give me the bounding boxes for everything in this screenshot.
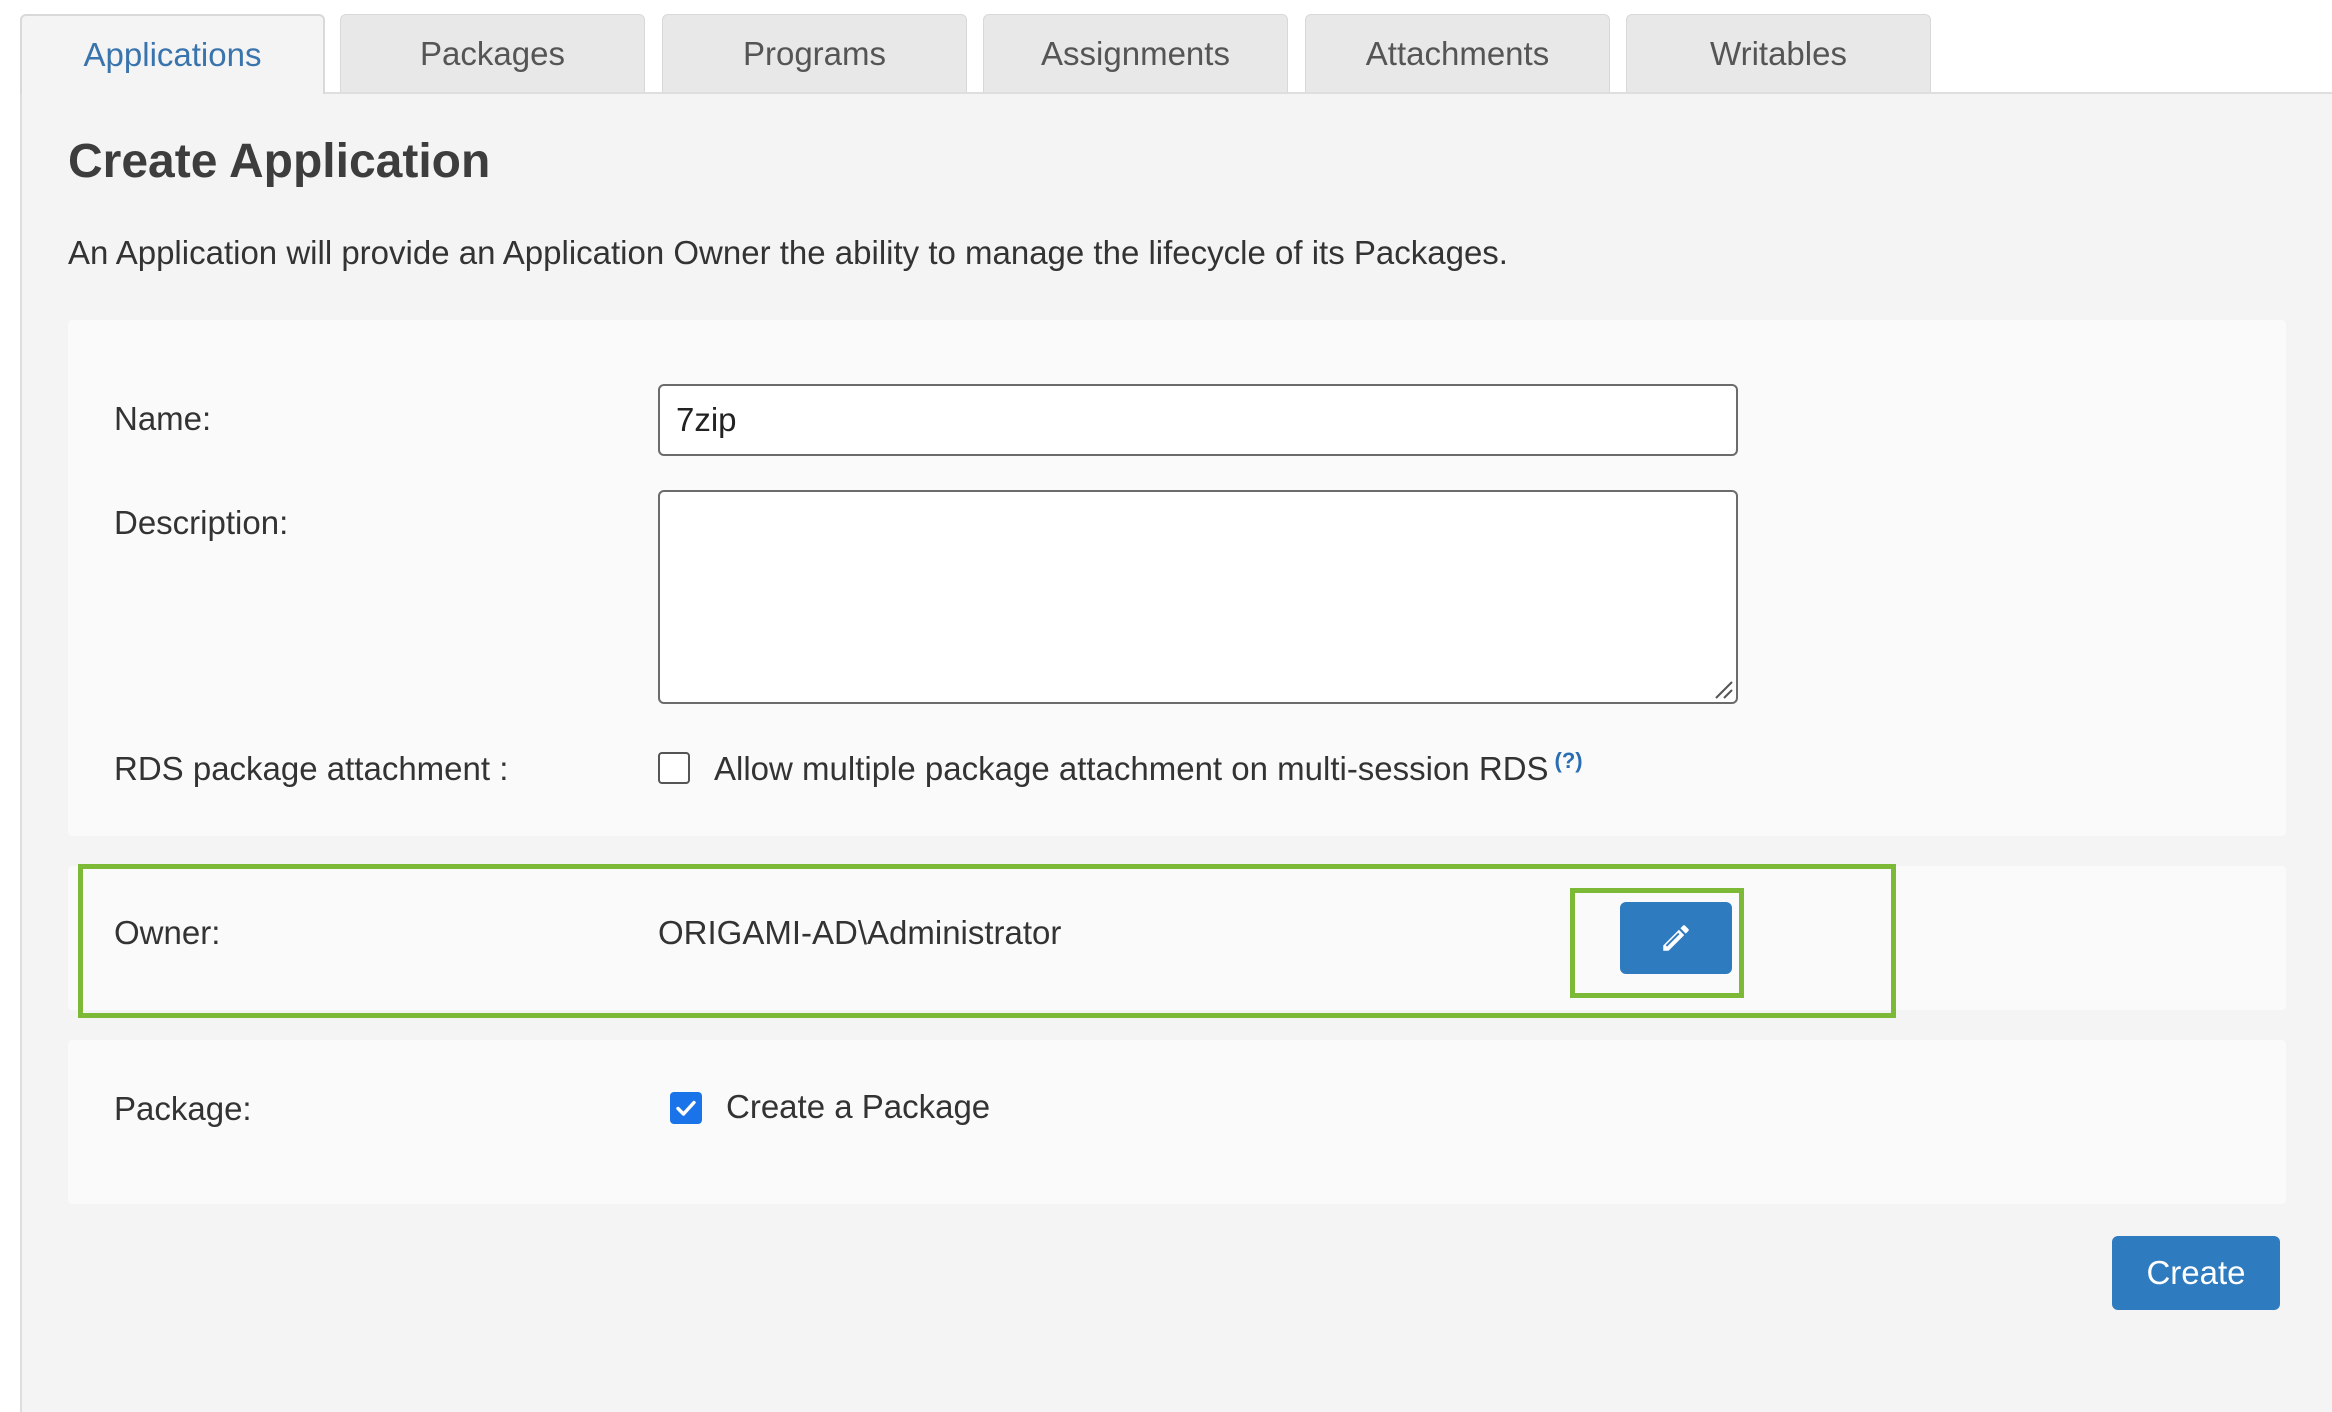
rds-label: RDS package attachment : xyxy=(114,750,509,787)
page-description: An Application will provide an Applicati… xyxy=(68,234,1508,271)
tab-attachments[interactable]: Attachments xyxy=(1305,14,1610,92)
main-panel: Create Application An Application will p… xyxy=(20,92,2332,1412)
rds-help-link[interactable]: (?) xyxy=(1555,748,1583,773)
tab-bar: Applications Packages Programs Assignmen… xyxy=(20,14,2332,94)
create-package-checkbox[interactable] xyxy=(670,1092,702,1124)
page-title: Create Application xyxy=(68,135,491,188)
general-section: Name: Description: RDS package attachmen… xyxy=(68,320,2286,836)
owner-value: ORIGAMI-AD\Administrator xyxy=(658,914,1062,951)
rds-checkbox-label: Allow multiple package attachment on mul… xyxy=(714,750,1549,787)
package-section: Package: Create a Package xyxy=(68,1040,2286,1204)
tab-programs[interactable]: Programs xyxy=(662,14,967,92)
create-package-label: Create a Package xyxy=(726,1088,991,1125)
package-label: Package: xyxy=(114,1090,252,1127)
owner-section: Owner: ORIGAMI-AD\Administrator xyxy=(68,866,2286,1010)
owner-label: Owner: xyxy=(114,914,221,951)
tab-packages[interactable]: Packages xyxy=(340,14,645,92)
pencil-icon xyxy=(1663,925,1689,951)
tab-applications[interactable]: Applications xyxy=(20,14,325,94)
checkmark-icon xyxy=(676,1100,696,1116)
rds-checkbox-text: Allow multiple package attachment on mul… xyxy=(714,748,1583,788)
name-label: Name: xyxy=(114,400,212,437)
tab-writables[interactable]: Writables xyxy=(1626,14,1931,92)
description-textarea[interactable] xyxy=(658,490,1738,704)
create-button[interactable]: Create xyxy=(2112,1236,2280,1310)
resize-grip-icon[interactable] xyxy=(1712,678,1734,700)
name-input[interactable] xyxy=(658,384,1738,456)
description-label: Description: xyxy=(114,504,289,541)
tab-assignments[interactable]: Assignments xyxy=(983,14,1288,92)
edit-owner-button[interactable] xyxy=(1620,902,1732,974)
rds-checkbox[interactable] xyxy=(658,752,690,784)
